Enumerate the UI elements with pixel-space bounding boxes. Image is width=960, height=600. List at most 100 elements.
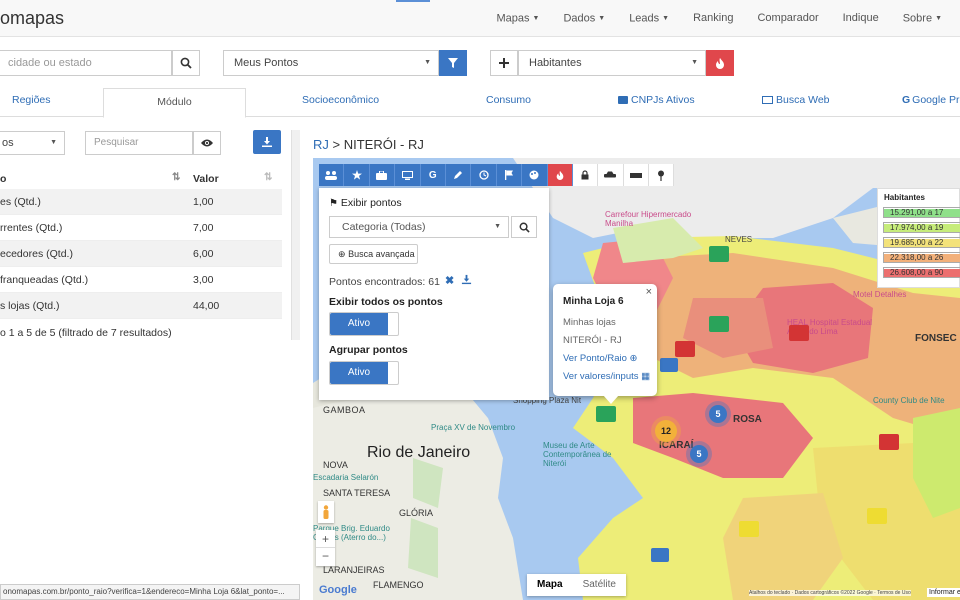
tool-pencil-icon[interactable]: [445, 164, 472, 186]
map-label-neves: NEVES: [725, 235, 753, 244]
map-attribution[interactable]: Atalhos do teclado · Dados cartográficos…: [749, 590, 911, 596]
competitor-marker-icon[interactable]: [879, 434, 899, 450]
indicator-select[interactable]: Habitantes ▼: [518, 50, 706, 76]
top-navbar: omapas Mapas ▼ Dados ▼ Leads ▼ Ranking Comp…: [0, 0, 960, 37]
points-select[interactable]: Meus Pontos ▼: [223, 50, 439, 76]
category-select[interactable]: Categoria (Todas) ▼: [329, 216, 509, 238]
tool-group-icon[interactable]: [319, 164, 345, 186]
tool-clock-icon[interactable]: [471, 164, 497, 186]
zoom-in-button[interactable]: +: [316, 530, 335, 548]
tool-lock-icon[interactable]: [572, 164, 599, 186]
add-layer-button[interactable]: [490, 50, 518, 76]
report-error-link[interactable]: Informar e: [927, 588, 960, 597]
google-g-icon: G: [902, 94, 911, 106]
tab-socioeconomico[interactable]: Socioeconômico: [302, 94, 379, 106]
store-marker-icon[interactable]: [709, 316, 729, 332]
filter-button[interactable]: [439, 50, 467, 76]
advanced-search-button[interactable]: ⊕ Busca avançada: [329, 244, 418, 264]
map-type-satellite-button[interactable]: Satélite: [573, 574, 626, 596]
nav-item-leads[interactable]: Leads ▼: [617, 0, 681, 37]
group-points-toggle[interactable]: Ativo: [329, 361, 399, 385]
tool-ruler-icon[interactable]: [623, 164, 650, 186]
tab-regioes[interactable]: Regiões: [12, 94, 51, 106]
tab-bar: Regiões Módulo Socioeconômico Consumo CN…: [0, 88, 960, 118]
location-search-button[interactable]: [172, 50, 200, 76]
table-footer-info: o 1 a 5 de 5 (filtrado de 7 resultados): [0, 327, 172, 339]
franchise-marker-icon[interactable]: [867, 508, 887, 524]
cluster-marker[interactable]: 5: [690, 445, 708, 463]
tool-star-icon[interactable]: [344, 164, 370, 186]
close-icon[interactable]: ×: [646, 286, 652, 298]
nav-menu: Mapas ▼ Dados ▼ Leads ▼ Ranking Comparador …: [484, 0, 954, 37]
sort-icon[interactable]: ⇅: [172, 172, 180, 183]
tab-consumo[interactable]: Consumo: [486, 94, 531, 106]
map-label-rio: Rio de Janeiro: [367, 444, 471, 461]
table-row[interactable]: es (Qtd.) 1,00: [0, 189, 282, 215]
tab-google[interactable]: G Google Pro: [902, 94, 960, 106]
tool-car-icon[interactable]: [598, 164, 624, 186]
caret-down-icon: ▼: [598, 15, 606, 22]
cluster-marker[interactable]: 12: [655, 420, 677, 442]
tool-pin-icon[interactable]: [649, 164, 675, 186]
show-all-toggle[interactable]: Ativo: [329, 312, 399, 336]
tool-fire-icon[interactable]: [547, 164, 573, 186]
plus-icon: [499, 58, 509, 68]
supplier-marker-icon[interactable]: [651, 548, 669, 562]
franchise-marker-icon[interactable]: [739, 521, 759, 537]
nav-item-dados[interactable]: Dados ▼: [551, 0, 617, 37]
tool-flag-icon[interactable]: [496, 164, 523, 186]
cluster-marker[interactable]: 5: [709, 405, 727, 423]
nav-item-mapas[interactable]: Mapas ▼: [484, 0, 551, 37]
tool-palette-icon[interactable]: [522, 164, 548, 186]
competitor-marker-icon[interactable]: [789, 325, 809, 341]
table-filter-select[interactable]: os ▼: [0, 131, 65, 155]
store-marker-icon[interactable]: [596, 406, 616, 422]
tab-modulo[interactable]: Módulo: [103, 88, 246, 118]
location-search-input[interactable]: cidade ou estado: [0, 50, 172, 76]
table-row[interactable]: ecedores (Qtd.) 6,00: [0, 241, 282, 267]
breadcrumb-state-link[interactable]: RJ: [313, 137, 329, 152]
table-row[interactable]: rrentes (Qtd.) 7,00: [0, 215, 282, 241]
caret-down-icon: ▼: [424, 59, 431, 66]
brand-logo[interactable]: omapas: [0, 8, 64, 29]
zoom-out-button[interactable]: −: [316, 548, 335, 566]
map-canvas[interactable]: Rio de Janeiro GAMBOA NOVA SANTA TERESA …: [313, 158, 960, 600]
column-header-value[interactable]: Valor: [193, 173, 219, 185]
table-row[interactable]: s lojas (Qtd.) 44,00: [0, 293, 282, 319]
view-point-radius-link[interactable]: Ver Ponto/Raio ⊕: [563, 353, 638, 364]
heatmap-button[interactable]: [706, 50, 734, 76]
tool-briefcase-icon[interactable]: [369, 164, 396, 186]
street-view-pegman-icon[interactable]: [318, 501, 334, 523]
clear-points-icon[interactable]: ✖: [445, 274, 454, 287]
download-points-icon[interactable]: [461, 274, 472, 288]
map-legend: Habitantes 15.291,00 a 17 17.974,00 a 19…: [877, 188, 960, 288]
map-label-fonseca: FONSEC: [915, 333, 957, 344]
nav-item-comparador[interactable]: Comparador: [745, 0, 830, 37]
point-info-popup: × Minha Loja 6 Minhas lojas NITERÓI - RJ…: [553, 284, 657, 396]
supplier-marker-icon[interactable]: [660, 358, 678, 372]
view-values-link[interactable]: Ver valores/inputs ▦: [563, 371, 650, 382]
map-label-santa-teresa: SANTA TERESA: [323, 488, 391, 498]
map-label-gloria: GLÓRIA: [399, 508, 434, 518]
monitor-icon: [762, 96, 773, 104]
competitor-marker-icon[interactable]: [675, 341, 695, 357]
table-row[interactable]: franqueadas (Qtd.) 3,00: [0, 267, 282, 293]
nav-item-indique[interactable]: Indique: [831, 0, 891, 37]
table-search-input[interactable]: Pesquisar: [85, 131, 193, 155]
tool-google-icon[interactable]: G: [420, 164, 446, 186]
tab-cnpjs[interactable]: CNPJs Ativos: [618, 94, 695, 106]
left-panel: os ▼ Pesquisar o ⇅ Valor ⇅ es (Qtd.) 1,00 …: [0, 117, 300, 600]
tool-monitor-icon[interactable]: [395, 164, 421, 186]
toggle-visibility-button[interactable]: [193, 131, 221, 155]
left-panel-scrollbar[interactable]: [291, 130, 300, 340]
category-search-button[interactable]: [511, 216, 537, 238]
tab-busca-web[interactable]: Busca Web: [762, 94, 830, 106]
column-header-name[interactable]: o: [0, 173, 6, 185]
download-table-button[interactable]: [253, 130, 281, 154]
nav-item-sobre[interactable]: Sobre ▼: [891, 0, 954, 37]
nav-item-ranking[interactable]: Ranking: [681, 0, 745, 37]
store-marker-icon[interactable]: [709, 246, 729, 262]
popup-category: Minhas lojas: [563, 317, 616, 328]
map-type-map-button[interactable]: Mapa: [527, 574, 573, 596]
sort-icon[interactable]: ⇅: [264, 172, 272, 183]
